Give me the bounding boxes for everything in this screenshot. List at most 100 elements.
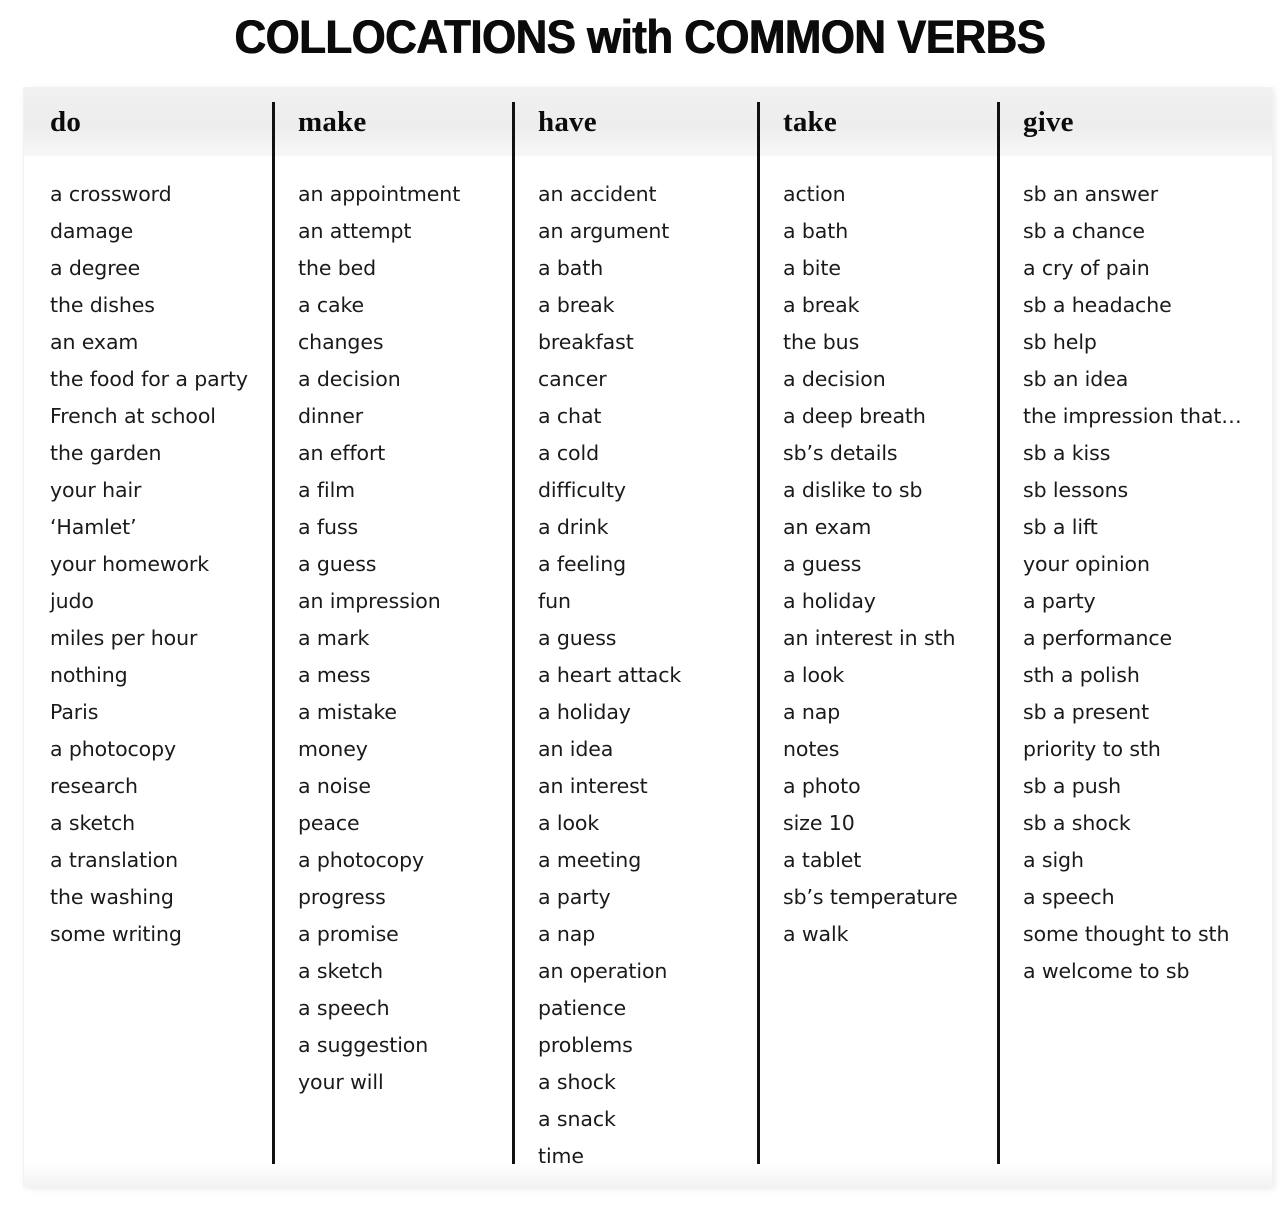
verb-column-give: give sb an answer sb a chance a cry of pai… xyxy=(997,88,1272,1186)
collocation-item: size 10 xyxy=(783,811,855,835)
collocation-item: a nap xyxy=(538,922,596,946)
collocation-item: a degree xyxy=(50,256,141,280)
page-title: COLLOCATIONS with COMMON VERBS xyxy=(234,9,1046,63)
collocation-item: a sketch xyxy=(298,959,384,983)
collocation-item: an argument xyxy=(538,219,670,243)
collocation-item: breakfast xyxy=(538,330,634,354)
collocation-item: French at school xyxy=(50,404,216,428)
collocation-item: a cake xyxy=(298,293,365,317)
collocation-item: a guess xyxy=(538,626,617,650)
collocation-item: a cry of pain xyxy=(1023,256,1150,280)
collocation-item: a heart attack xyxy=(538,663,682,687)
collocation-item: sb help xyxy=(1023,330,1097,354)
collocation-item: a tablet xyxy=(783,848,862,872)
collocation-item: a translation xyxy=(50,848,179,872)
collocation-item: research xyxy=(50,774,138,798)
collocation-item: ‘Hamlet’ xyxy=(50,515,137,539)
collocation-item: a sigh xyxy=(1023,848,1084,872)
collocation-item: an appointment xyxy=(298,182,461,206)
collocation-item: a break xyxy=(783,293,860,317)
collocation-item: a fuss xyxy=(298,515,359,539)
collocation-item: a party xyxy=(538,885,611,909)
collocation-item: a guess xyxy=(783,552,862,576)
collocation-item: sb lessons xyxy=(1023,478,1129,502)
collocation-item: a guess xyxy=(298,552,377,576)
collocation-item: a bath xyxy=(538,256,604,280)
collocation-item: a holiday xyxy=(783,589,876,613)
title-bar: COLLOCATIONS with COMMON VERBS xyxy=(0,0,1280,72)
collocation-item: miles per hour xyxy=(50,626,198,650)
collocation-item: sb’s details xyxy=(783,441,898,465)
collocation-item: a promise xyxy=(298,922,399,946)
collocation-item: a performance xyxy=(1023,626,1173,650)
collocation-item: a shock xyxy=(538,1070,616,1094)
collocation-item: a nap xyxy=(783,700,841,724)
collocation-item: the garden xyxy=(50,441,162,465)
collocation-item: sb a push xyxy=(1023,774,1122,798)
collocation-list-make: an appointment an attempt the bed a cake cha… xyxy=(298,176,512,1101)
collocation-item: progress xyxy=(298,885,386,909)
collocation-item: your hair xyxy=(50,478,142,502)
collocation-item: a mistake xyxy=(298,700,397,724)
collocation-item: judo xyxy=(50,589,94,613)
collocation-item: your homework xyxy=(50,552,210,576)
collocation-item: nothing xyxy=(50,663,128,687)
collocation-item: dinner xyxy=(298,404,364,428)
column-header-have: have xyxy=(538,106,597,138)
collocation-item: a snack xyxy=(538,1107,616,1131)
verb-column-do: do a crossword damage a degree the dishes an… xyxy=(24,88,272,1186)
collocation-item: sb a chance xyxy=(1023,219,1145,243)
collocation-item: a walk xyxy=(783,922,849,946)
collocation-item: the dishes xyxy=(50,293,155,317)
collocation-list-have: an accident an argument a bath a break break… xyxy=(538,176,757,1175)
collocation-item: a mark xyxy=(298,626,370,650)
collocation-item: sth a polish xyxy=(1023,663,1140,687)
collocation-item: sb’s temperature xyxy=(783,885,958,909)
collocation-item: changes xyxy=(298,330,384,354)
collocation-item: an exam xyxy=(783,515,872,539)
collocation-item: notes xyxy=(783,737,840,761)
collocation-item: a speech xyxy=(298,996,390,1020)
collocation-item: the impression that… xyxy=(1023,404,1242,428)
column-header-do: do xyxy=(50,106,82,138)
collocation-item: a feeling xyxy=(538,552,627,576)
collocation-item: sb a headache xyxy=(1023,293,1172,317)
collocation-item: peace xyxy=(298,811,360,835)
collocation-item: problems xyxy=(538,1033,633,1057)
column-header-give: give xyxy=(1023,106,1074,138)
collocation-item: money xyxy=(298,737,368,761)
collocation-item: a bite xyxy=(783,256,841,280)
collocation-item: some thought to sth xyxy=(1023,922,1230,946)
collocation-item: action xyxy=(783,182,846,206)
collocation-item: sb an idea xyxy=(1023,367,1129,391)
collocation-item: an operation xyxy=(538,959,668,983)
collocation-item: a break xyxy=(538,293,615,317)
collocation-item: a look xyxy=(538,811,600,835)
collocation-item: sb a shock xyxy=(1023,811,1131,835)
collocations-worksheet: COLLOCATIONS with COMMON VERBS do a cros… xyxy=(0,0,1280,1216)
collocation-item: fun xyxy=(538,589,571,613)
verb-column-take: take action a bath a bite a break the bus a d… xyxy=(757,88,997,1186)
collocation-list-take: action a bath a bite a break the bus a decisi… xyxy=(783,176,997,953)
collocation-item: an accident xyxy=(538,182,657,206)
collocation-item: an attempt xyxy=(298,219,412,243)
collocation-item: a drink xyxy=(538,515,609,539)
verb-column-have: have an accident an argument a bath a break… xyxy=(512,88,757,1186)
collocation-item: an interest in sth xyxy=(783,626,956,650)
collocation-item: an exam xyxy=(50,330,139,354)
collocation-item: a noise xyxy=(298,774,371,798)
collocation-item: an impression xyxy=(298,589,441,613)
collocation-item: a deep breath xyxy=(783,404,926,428)
collocation-item: your will xyxy=(298,1070,384,1094)
collocation-item: cancer xyxy=(538,367,607,391)
collocation-item: priority to sth xyxy=(1023,737,1161,761)
collocation-item: a speech xyxy=(1023,885,1115,909)
collocation-item: a holiday xyxy=(538,700,631,724)
collocation-list-do: a crossword damage a degree the dishes an ex… xyxy=(50,176,272,953)
collocation-item: the bed xyxy=(298,256,377,280)
collocation-list-give: sb an answer sb a chance a cry of pain sb a… xyxy=(1023,176,1272,990)
collocation-item: a cold xyxy=(538,441,600,465)
collocation-item: a welcome to sb xyxy=(1023,959,1190,983)
collocation-item: patience xyxy=(538,996,626,1020)
collocation-item: a decision xyxy=(783,367,886,391)
